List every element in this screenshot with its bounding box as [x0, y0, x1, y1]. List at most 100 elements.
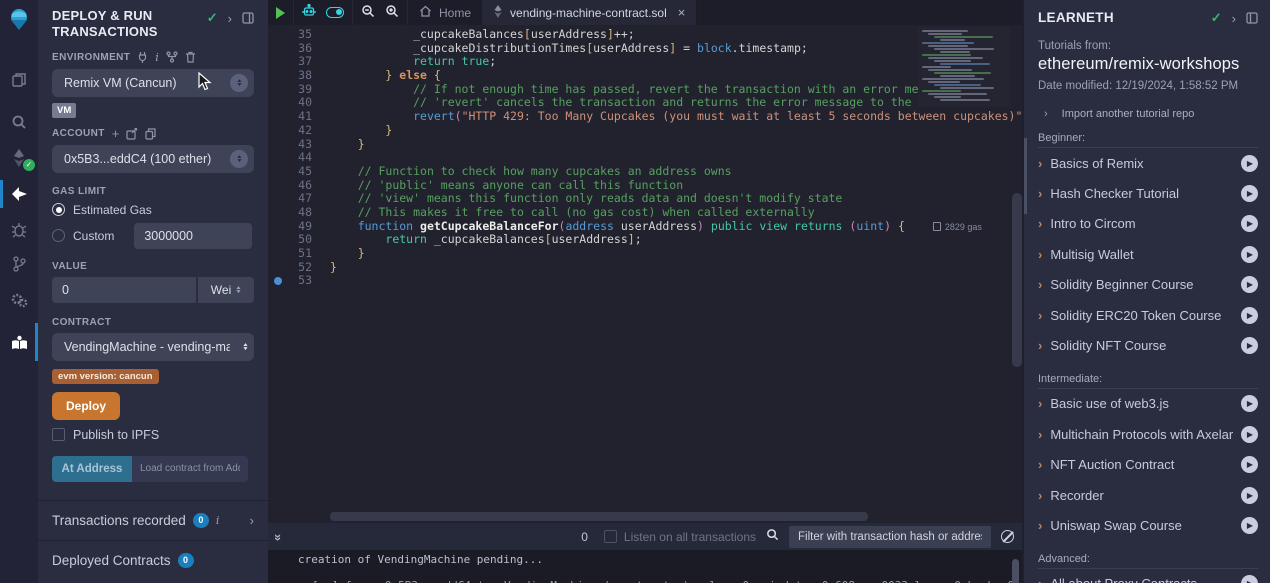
debugger-icon[interactable]	[0, 215, 38, 245]
solidity-compiler-icon[interactable]: ✓	[0, 143, 38, 173]
code-line[interactable]: 40 // 'revert' cancels the transaction a…	[268, 96, 1022, 110]
play-tutorial-button[interactable]: ▶	[1241, 456, 1258, 473]
code-line[interactable]: 42 }	[268, 124, 1022, 138]
breakpoint-dot[interactable]	[274, 277, 282, 285]
transactions-recorded-row[interactable]: Transactions recorded 0 i ›	[52, 513, 254, 528]
line-number[interactable]: 42	[268, 124, 316, 138]
code-line[interactable]: 45 // Function to check how many cupcake…	[268, 165, 1022, 179]
tutorial-item[interactable]: ›Basic use of web3.js▶	[1038, 389, 1258, 419]
file-explorer-icon[interactable]	[0, 65, 38, 95]
play-tutorial-button[interactable]: ▶	[1241, 575, 1258, 583]
custom-gas-radio[interactable]	[52, 229, 65, 242]
add-account-icon[interactable]: +	[112, 129, 120, 139]
minimap[interactable]	[918, 27, 1010, 107]
play-tutorial-button[interactable]: ▶	[1241, 337, 1258, 354]
copilot-toggle[interactable]	[326, 7, 344, 18]
remix-logo-icon[interactable]	[8, 8, 30, 37]
code-line[interactable]: 52}	[268, 261, 1022, 275]
tutorial-item[interactable]: ›Uniswap Swap Course▶	[1038, 510, 1258, 540]
code-line[interactable]: 36 _cupcakeDistributionTimes[userAddress…	[268, 42, 1022, 56]
settings-icon[interactable]	[0, 285, 38, 315]
copy-account-icon[interactable]	[145, 128, 156, 140]
listen-transactions-checkbox[interactable]	[604, 530, 617, 543]
line-number[interactable]: 44	[268, 151, 316, 165]
deployed-contracts-row[interactable]: Deployed Contracts 0	[52, 553, 254, 568]
play-tutorial-button[interactable]: ▶	[1241, 155, 1258, 172]
environment-spinner-icon[interactable]: ▲▼	[230, 74, 248, 92]
tutorial-item[interactable]: ›Solidity NFT Course▶	[1038, 330, 1258, 360]
code-line[interactable]: 38 } else {	[268, 69, 1022, 83]
line-number[interactable]: 48	[268, 206, 316, 220]
tab-home[interactable]: Home	[408, 0, 482, 25]
tutorial-item[interactable]: ›NFT Auction Contract▶	[1038, 450, 1258, 480]
ai-assistant-icon[interactable]	[302, 4, 316, 21]
tutorial-item[interactable]: ›Multisig Wallet▶	[1038, 239, 1258, 269]
tutorial-item[interactable]: ›Solidity ERC20 Token Course▶	[1038, 300, 1258, 330]
search-icon[interactable]	[0, 107, 38, 137]
learneth-expand-icon[interactable]: ›	[1232, 11, 1236, 26]
close-tab-icon[interactable]: ×	[678, 5, 686, 20]
play-tutorial-button[interactable]: ▶	[1241, 307, 1258, 324]
code-line[interactable]: 41 revert("HTTP 429: Too Many Cupcakes (…	[268, 110, 1022, 124]
zoom-out-icon[interactable]	[361, 4, 375, 21]
tutorial-item[interactable]: ›Solidity Beginner Course▶	[1038, 270, 1258, 300]
run-script-button[interactable]	[268, 0, 294, 25]
delete-environment-icon[interactable]	[185, 51, 196, 63]
line-number[interactable]: 38	[268, 69, 316, 83]
learneth-pin-icon[interactable]	[1246, 12, 1258, 24]
line-number[interactable]: 43	[268, 138, 316, 152]
environment-info-icon[interactable]: i	[155, 51, 159, 64]
line-number[interactable]: 46	[268, 179, 316, 193]
play-tutorial-button[interactable]: ▶	[1241, 426, 1258, 443]
terminal-search-icon[interactable]	[766, 528, 779, 546]
fork-icon[interactable]	[166, 51, 178, 63]
editor-horizontal-scrollbar[interactable]	[330, 512, 868, 521]
tutorial-item[interactable]: ›Hash Checker Tutorial▶	[1038, 178, 1258, 208]
play-tutorial-button[interactable]: ▶	[1241, 185, 1258, 202]
play-tutorial-button[interactable]: ▶	[1241, 517, 1258, 534]
tutorial-item[interactable]: ›Intro to Circom▶	[1038, 209, 1258, 239]
learneth-scrollbar[interactable]	[1024, 138, 1027, 214]
clear-console-icon[interactable]	[1001, 530, 1014, 543]
edit-account-icon[interactable]	[126, 128, 138, 140]
line-number[interactable]: 47	[268, 192, 316, 206]
account-select[interactable]: 0x5B3...eddC4 (100 ether) ▲▼	[52, 145, 254, 173]
line-number[interactable]: 41	[268, 110, 316, 124]
at-address-input[interactable]	[132, 456, 248, 482]
code-line[interactable]: 39 // If not enough time has passed, rev…	[268, 83, 1022, 97]
line-number[interactable]: 36	[268, 42, 316, 56]
plug-icon[interactable]	[137, 51, 148, 63]
transactions-expand-icon[interactable]: ›	[250, 513, 254, 528]
line-number[interactable]: 50	[268, 233, 316, 247]
line-number[interactable]: 49	[268, 220, 316, 234]
zoom-in-icon[interactable]	[385, 4, 399, 21]
publish-ipfs-checkbox[interactable]	[52, 428, 65, 441]
account-spinner-icon[interactable]: ▲▼	[230, 150, 248, 168]
import-tutorial-repo[interactable]: › Import another tutorial repo	[1044, 108, 1258, 120]
code-line[interactable]: 44	[268, 151, 1022, 165]
code-line[interactable]: 37 return true;	[268, 55, 1022, 69]
play-tutorial-button[interactable]: ▶	[1241, 246, 1258, 263]
code-line[interactable]: 49 function getCupcakeBalanceFor(address…	[268, 220, 1022, 234]
code-editor[interactable]: 35 _cupcakeBalances[userAddress]++;36 _c…	[268, 25, 1022, 523]
play-tutorial-button[interactable]: ▶	[1241, 276, 1258, 293]
terminal-log[interactable]: creation of VendingMachine pending... [v…	[268, 550, 1022, 583]
at-address-button[interactable]: At Address	[52, 456, 132, 482]
play-tutorial-button[interactable]: ▶	[1241, 487, 1258, 504]
line-number[interactable]: 45	[268, 165, 316, 179]
code-line[interactable]: 53	[268, 274, 1022, 288]
code-line[interactable]: 48 // This makes it free to call (no gas…	[268, 206, 1022, 220]
transactions-info-icon[interactable]: i	[216, 514, 220, 527]
code-line[interactable]: 50 return _cupcakeBalances[userAddress];	[268, 233, 1022, 247]
environment-select[interactable]: Remix VM (Cancun) ▲▼	[52, 69, 254, 97]
terminal-scrollbar[interactable]	[1012, 559, 1019, 583]
estimated-gas-radio[interactable]	[52, 203, 65, 216]
line-number[interactable]: 39	[268, 83, 316, 97]
learneth-icon[interactable]	[0, 327, 38, 357]
value-input[interactable]	[52, 277, 196, 303]
code-line[interactable]: 47 // 'view' means this function only re…	[268, 192, 1022, 206]
code-line[interactable]: 35 _cupcakeBalances[userAddress]++;	[268, 28, 1022, 42]
deploy-button[interactable]: Deploy	[52, 392, 120, 420]
deploy-run-icon[interactable]	[0, 179, 38, 209]
custom-gas-input[interactable]	[134, 223, 252, 249]
